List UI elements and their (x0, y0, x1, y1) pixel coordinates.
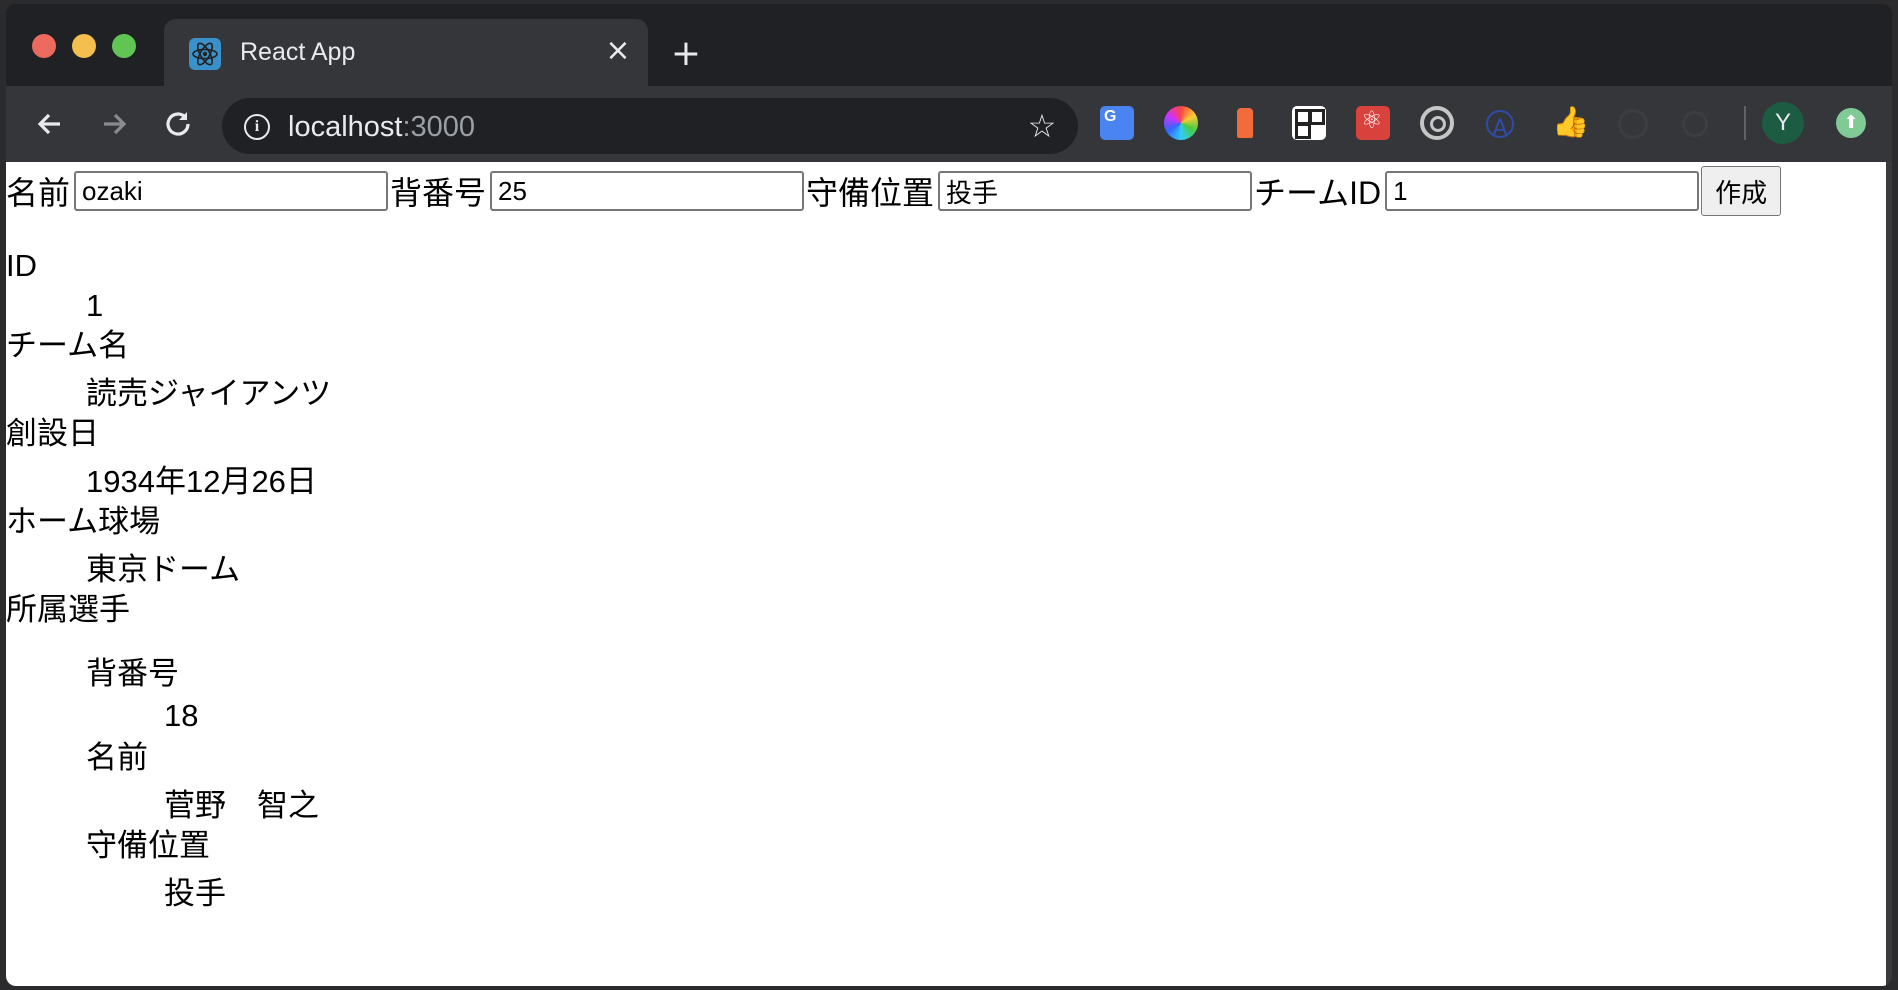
position-input[interactable] (938, 171, 1253, 211)
founded-term: 創設日 (6, 416, 99, 451)
forward-arrow-icon[interactable] (94, 104, 134, 144)
translate-extension-icon[interactable] (1100, 106, 1134, 140)
name-input[interactable] (74, 171, 389, 211)
page-content: 名前 背番号 守備位置 チームID 作成 ID 1 チーム名 読売ジャイアンツ … (6, 162, 1886, 986)
number-input[interactable] (490, 171, 805, 211)
minimize-window-button[interactable] (72, 34, 96, 58)
team-name-term: チーム名 (6, 328, 130, 363)
maximize-window-button[interactable] (112, 34, 136, 58)
profile-avatar[interactable]: Y (1762, 102, 1804, 144)
player-name-term: 名前 (86, 740, 148, 775)
browser-window: React App × + i localhost:3000 ☆ A (6, 4, 1892, 986)
info-icon[interactable]: i (244, 114, 270, 140)
player-number-value: 18 (164, 698, 199, 733)
founded-value: 1934年12月26日 (86, 464, 317, 499)
position-label: 守備位置 (806, 175, 935, 211)
toolbar-divider (1744, 106, 1746, 140)
lighthouse-extension-icon[interactable] (1228, 106, 1262, 140)
tab-title: React App (240, 38, 356, 66)
qr-code-extension-icon[interactable] (1292, 106, 1326, 140)
player-name-value: 菅野 智之 (164, 788, 319, 823)
reload-icon[interactable] (158, 104, 198, 144)
team-id-value: 1 (86, 288, 104, 323)
close-window-button[interactable] (32, 34, 56, 58)
stadium-term: ホーム球場 (6, 504, 161, 539)
create-button[interactable]: 作成 (1701, 166, 1782, 216)
address-bar[interactable]: i localhost:3000 ☆ (222, 98, 1078, 154)
player-position-value: 投手 (164, 876, 226, 911)
bookmark-star-icon[interactable]: ☆ (1024, 108, 1060, 144)
window-edge (1886, 162, 1892, 986)
players-term: 所属選手 (6, 592, 130, 627)
color-picker-extension-icon[interactable] (1164, 106, 1198, 140)
player-number-term: 背番号 (86, 656, 179, 691)
back-arrow-icon[interactable] (30, 104, 70, 144)
new-tab-button[interactable]: + (666, 34, 706, 74)
player-position-term: 守備位置 (86, 828, 210, 863)
react-icon (189, 38, 221, 70)
update-arrow-icon[interactable]: ⬆ (1836, 108, 1866, 138)
team-id-label: チームID (1254, 175, 1382, 211)
player-item: 背番号 18 名前 菅野 智之 守備位置 投手 (6, 654, 331, 914)
player-create-form: 名前 背番号 守備位置 チームID 作成 (6, 164, 1782, 218)
name-label: 名前 (6, 175, 71, 211)
stadium-value: 東京ドーム (86, 552, 241, 587)
number-label: 背番号 (390, 175, 487, 211)
browser-toolbar: i localhost:3000 ☆ A 👍 Y ⬆ (6, 86, 1892, 162)
react-devtools-extension-icon[interactable] (1356, 106, 1390, 140)
tab-close-icon[interactable]: × (600, 33, 636, 69)
a-extension-icon[interactable]: A (1486, 110, 1514, 141)
team-id-input[interactable] (1385, 171, 1700, 211)
team-name-value: 読売ジャイアンツ (86, 376, 332, 411)
thumbs-up-extension-icon[interactable]: 👍 (1552, 106, 1589, 140)
tab-react-app[interactable]: React App × (164, 19, 648, 86)
team-id-term: ID (6, 248, 37, 283)
target-extension-icon[interactable] (1420, 106, 1454, 140)
team-details: ID 1 チーム名 読売ジャイアンツ 創設日 1934年12月26日 ホーム球場… (6, 246, 331, 914)
tab-strip: React App × + (6, 4, 1892, 86)
disabled-extension-icon[interactable] (1618, 109, 1648, 139)
url-text[interactable]: localhost:3000 (288, 111, 475, 144)
disabled-extension-icon-2[interactable] (1682, 111, 1708, 137)
